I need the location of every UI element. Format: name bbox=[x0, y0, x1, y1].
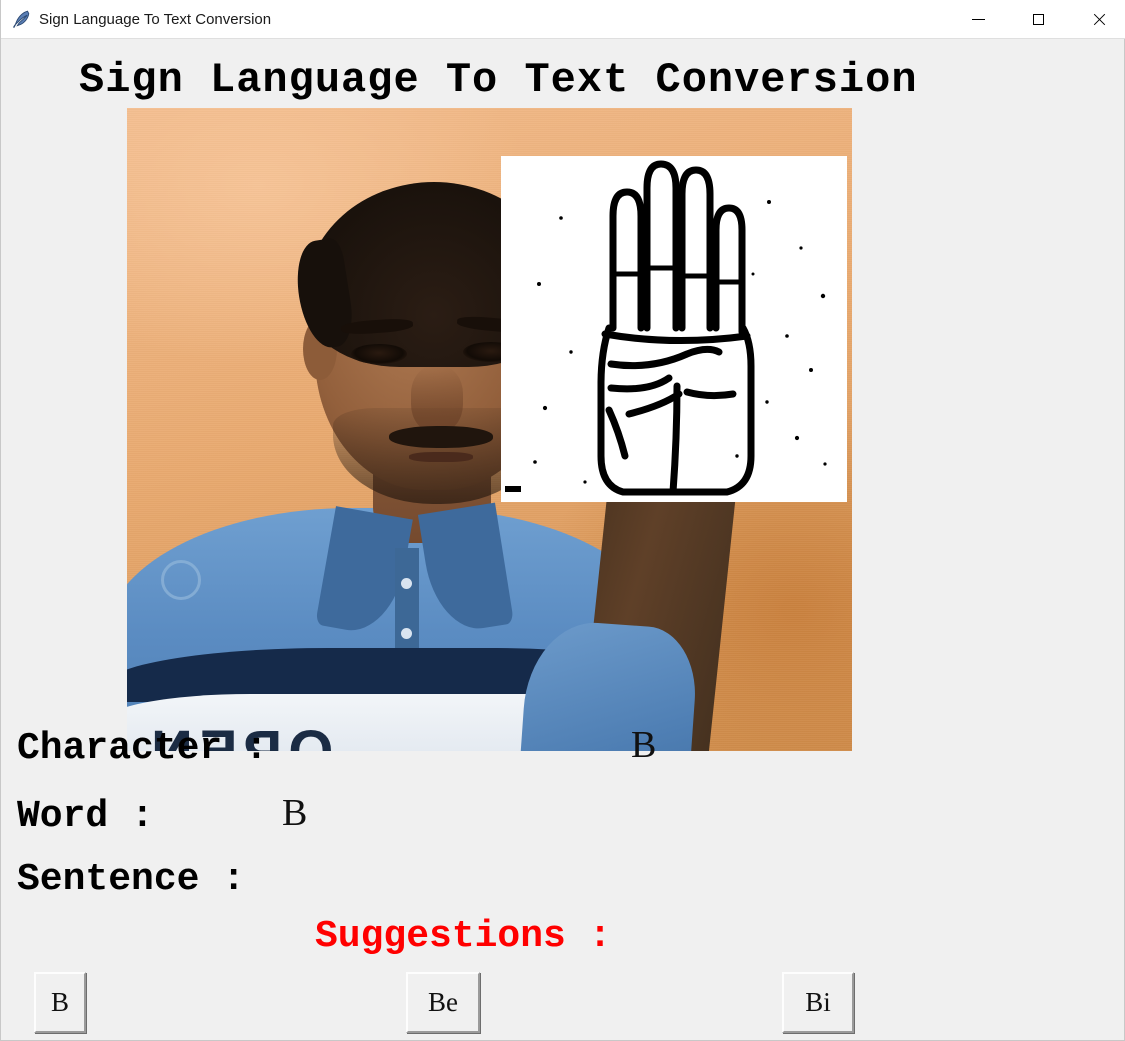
client-area: Sign Language To Text Conversion Charact… bbox=[1, 39, 1124, 1040]
character-label: Character : bbox=[17, 727, 268, 770]
word-value: B bbox=[282, 792, 308, 834]
maximize-icon bbox=[1032, 13, 1044, 25]
person-mouth bbox=[409, 452, 473, 462]
person-mustache bbox=[389, 426, 493, 448]
shirt-button-bottom bbox=[401, 628, 412, 639]
close-button[interactable] bbox=[1074, 0, 1122, 38]
title-bar: Sign Language To Text Conversion bbox=[1, 0, 1125, 39]
sentence-label: Sentence : bbox=[17, 858, 246, 901]
person-nose bbox=[411, 366, 463, 432]
webcam-video-panel: OPEN bbox=[127, 108, 852, 751]
suggestion-button-3[interactable]: Bi bbox=[782, 972, 854, 1033]
character-value: B bbox=[631, 724, 657, 766]
page-title: Sign Language To Text Conversion bbox=[79, 56, 918, 104]
feather-icon bbox=[11, 8, 33, 30]
person-eye-left bbox=[351, 344, 407, 364]
suggestion-button-1[interactable]: B bbox=[34, 972, 86, 1033]
suggestion-button-2[interactable]: Be bbox=[406, 972, 480, 1033]
suggestions-label: Suggestions : bbox=[315, 915, 612, 958]
minimize-icon bbox=[971, 18, 985, 20]
roi-threshold-panel bbox=[501, 156, 847, 502]
maximize-button[interactable] bbox=[1014, 0, 1062, 38]
hand-outline-icon bbox=[501, 156, 847, 502]
shirt-logo bbox=[161, 560, 201, 600]
app-window: Sign Language To Text Conversion Sign La… bbox=[0, 0, 1125, 1041]
window-title: Sign Language To Text Conversion bbox=[39, 11, 272, 28]
close-icon bbox=[1092, 13, 1105, 26]
minimize-button[interactable] bbox=[954, 0, 1002, 38]
shirt-button-top bbox=[401, 578, 412, 589]
word-label: Word : bbox=[17, 795, 154, 838]
